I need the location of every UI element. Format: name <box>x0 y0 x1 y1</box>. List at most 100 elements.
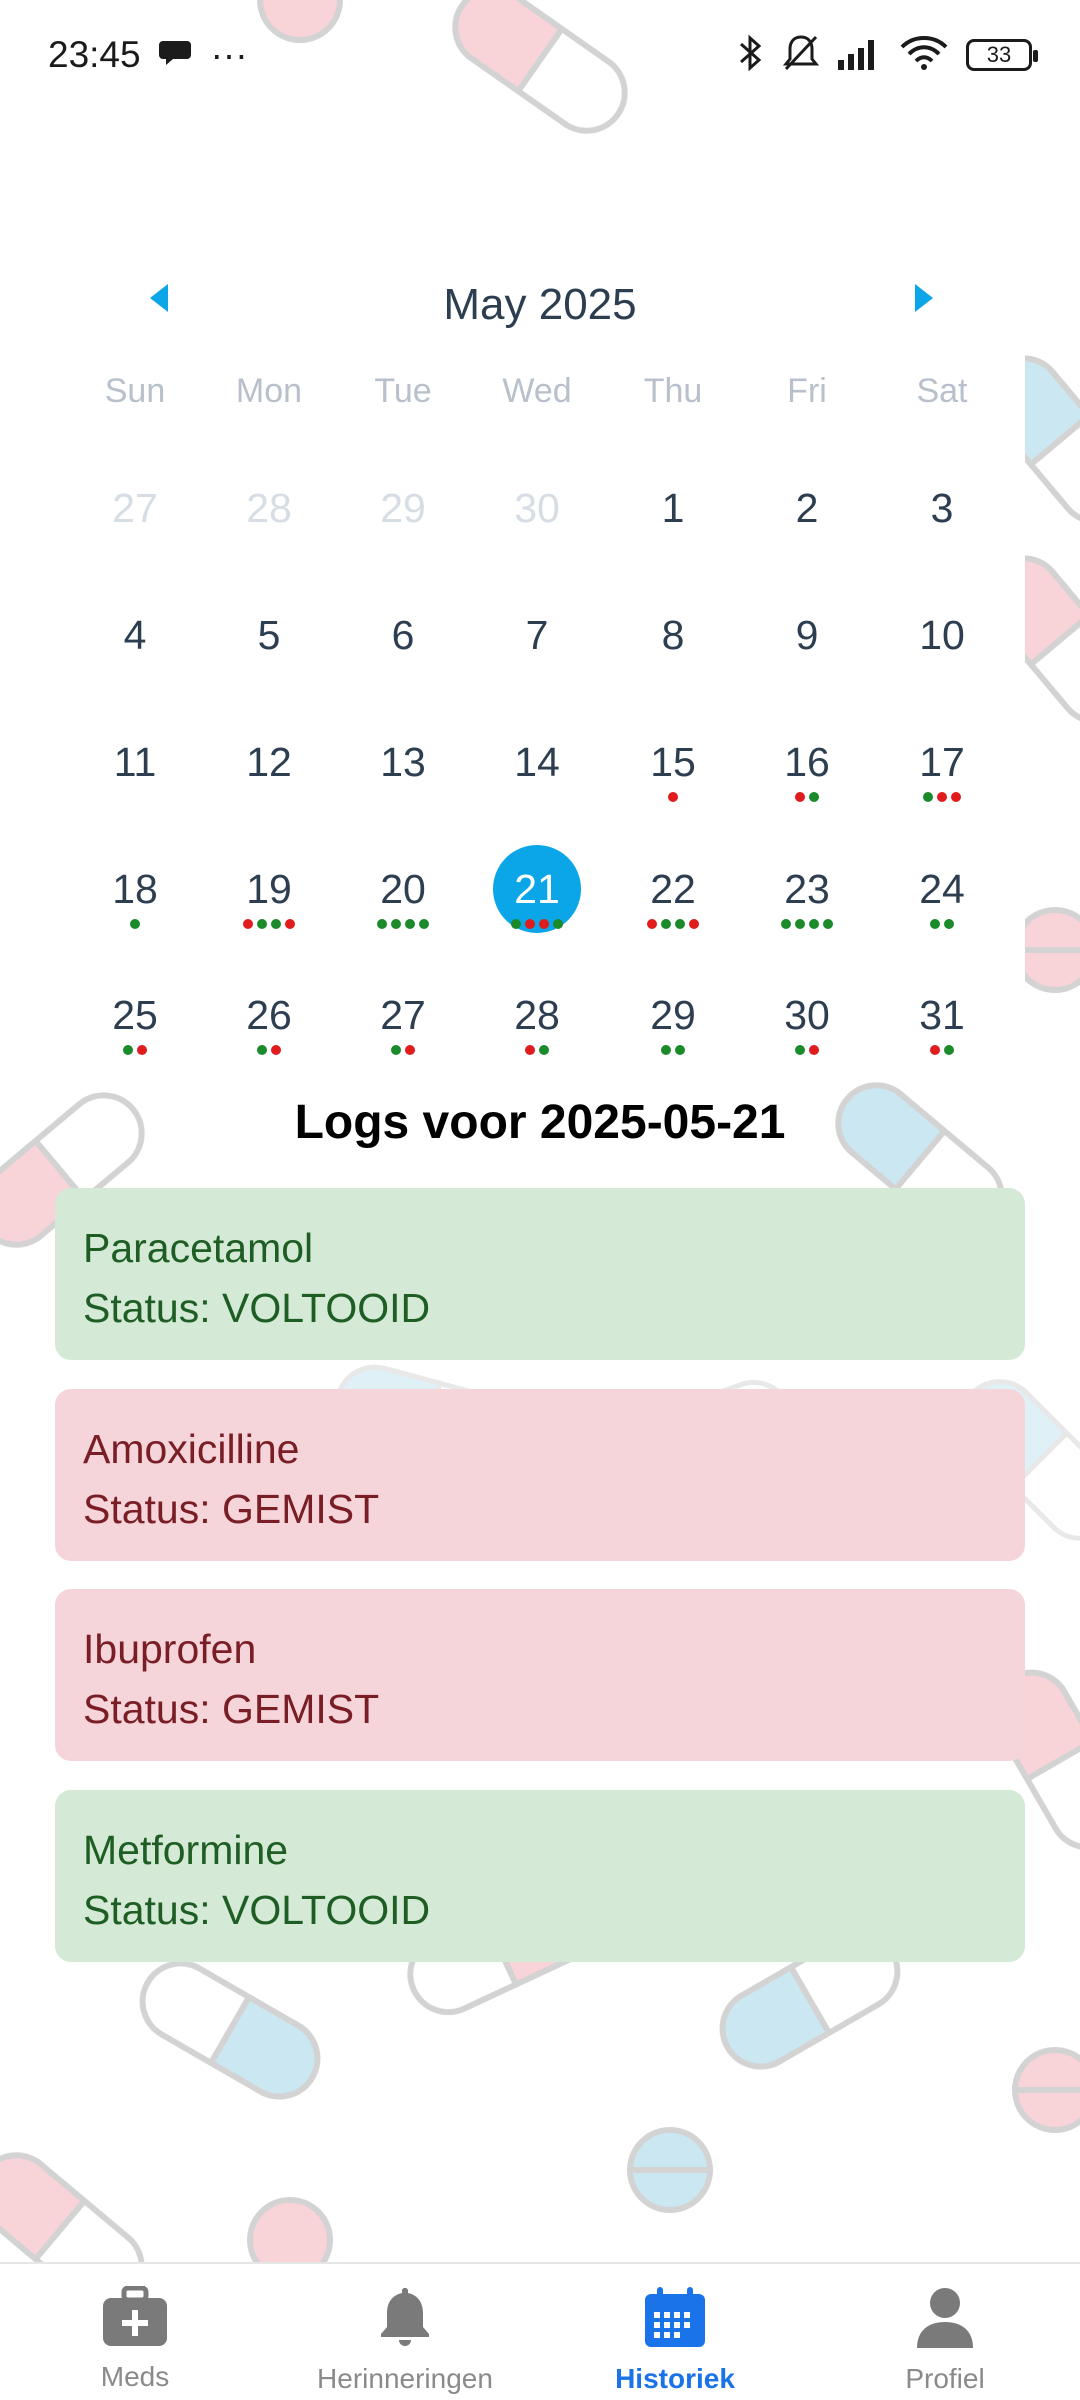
missed-dot <box>525 1045 535 1055</box>
log-card[interactable]: Ibuprofen Status: GEMIST <box>55 1589 1025 1761</box>
calendar-day[interactable]: 31 <box>875 967 1009 1077</box>
calendar-day[interactable]: 30 <box>740 967 874 1077</box>
calendar-day[interactable]: 27 <box>68 460 202 570</box>
calendar-day[interactable]: 10 <box>875 587 1009 697</box>
missed-dot <box>689 919 699 929</box>
day-status-dots <box>606 792 740 802</box>
taken-dot <box>795 919 805 929</box>
missed-dot <box>405 1045 415 1055</box>
calendar-day[interactable]: 14 <box>470 714 604 824</box>
missed-dot <box>525 919 535 929</box>
day-status-dots <box>202 1045 336 1055</box>
calendar-day[interactable]: 18 <box>68 841 202 951</box>
weekday-label: Wed <box>502 372 572 410</box>
calendar-day[interactable]: 24 <box>875 841 1009 951</box>
calendar-day[interactable]: 28 <box>470 967 604 1077</box>
calendar-day[interactable]: 6 <box>336 587 470 697</box>
nav-label-historiek: Historiek <box>615 2363 735 2394</box>
taken-dot <box>271 919 281 929</box>
calendar-day[interactable]: 17 <box>875 714 1009 824</box>
log-medication-name: Amoxicilline <box>83 1426 300 1472</box>
taken-dot <box>675 1045 685 1055</box>
nav-label-herinneringen: Herinneringen <box>317 2363 493 2394</box>
calendar-day[interactable]: 13 <box>336 714 470 824</box>
day-status-dots <box>740 1045 874 1055</box>
wifi-icon <box>900 35 948 76</box>
taken-dot <box>661 919 671 929</box>
calendar-day[interactable]: 22 <box>606 841 740 951</box>
day-number: 1 <box>661 484 685 531</box>
day-status-dots <box>875 792 1009 802</box>
taken-dot <box>257 1045 267 1055</box>
status-right: 33 <box>738 33 1038 78</box>
day-status-dots <box>875 919 1009 929</box>
calendar-day[interactable]: 23 <box>740 841 874 951</box>
day-number: 10 <box>919 611 965 658</box>
day-number: 11 <box>113 738 157 785</box>
missed-dot <box>137 1045 147 1055</box>
calendar-day[interactable]: 16 <box>740 714 874 824</box>
day-status-dots <box>336 1045 470 1055</box>
calendar-day[interactable]: 15 <box>606 714 740 824</box>
day-number: 6 <box>391 611 415 658</box>
calendar-day[interactable]: 3 <box>875 460 1009 570</box>
taken-dot <box>823 919 833 929</box>
day-status-dots <box>68 919 202 929</box>
calendar-day[interactable]: 30 <box>470 460 604 570</box>
calendar-day[interactable]: 8 <box>606 587 740 697</box>
calendar-day[interactable]: 12 <box>202 714 336 824</box>
calendar-day[interactable]: 9 <box>740 587 874 697</box>
log-status: Status: GEMIST <box>83 1686 380 1732</box>
next-month-button[interactable] <box>903 278 943 318</box>
calendar-day[interactable]: 1 <box>606 460 740 570</box>
calendar-day[interactable]: 4 <box>68 587 202 697</box>
calendar-header: May 2025 <box>0 250 1080 350</box>
calendar-day-selected[interactable]: 21 <box>470 841 604 951</box>
taken-dot <box>391 919 401 929</box>
signal-icon <box>838 36 882 75</box>
calendar-day[interactable]: 29 <box>336 460 470 570</box>
log-card[interactable]: Paracetamol Status: VOLTOOID <box>55 1188 1025 1360</box>
taken-dot <box>944 1045 954 1055</box>
nav-item-herinneringen[interactable]: Herinneringen <box>270 2264 540 2400</box>
log-status: Status: GEMIST <box>83 1486 380 1532</box>
calendar-day[interactable]: 19 <box>202 841 336 951</box>
calendar-day[interactable]: 20 <box>336 841 470 951</box>
calendar-day[interactable]: 28 <box>202 460 336 570</box>
bluetooth-icon <box>738 33 764 78</box>
calendar-day[interactable]: 7 <box>470 587 604 697</box>
taken-dot <box>257 919 267 929</box>
log-status: Status: VOLTOOID <box>83 1285 431 1331</box>
calendar-day[interactable]: 25 <box>68 967 202 1077</box>
log-card[interactable]: Amoxicilline Status: GEMIST <box>55 1389 1025 1561</box>
day-number: 7 <box>525 611 549 658</box>
nav-label-meds: Meds <box>100 2361 170 2392</box>
day-status-dots <box>875 1045 1009 1055</box>
calendar-day[interactable]: 11 <box>68 714 202 824</box>
log-card[interactable]: Metformine Status: VOLTOOID <box>55 1790 1025 1962</box>
taken-dot <box>675 919 685 929</box>
day-number: 27 <box>112 484 158 531</box>
calendar-day[interactable]: 5 <box>202 587 336 697</box>
nav-item-historiek[interactable]: Historiek <box>540 2264 810 2400</box>
taken-dot <box>944 919 954 929</box>
day-number: 5 <box>257 611 281 658</box>
log-status: Status: VOLTOOID <box>83 1887 431 1933</box>
calendar-day[interactable]: 26 <box>202 967 336 1077</box>
nav-item-meds[interactable]: Meds <box>0 2264 270 2400</box>
calendar-icon <box>644 2286 706 2353</box>
day-status-dots <box>470 1045 604 1055</box>
calendar-day[interactable]: 27 <box>336 967 470 1077</box>
person-icon <box>915 2286 975 2353</box>
taken-dot <box>795 1045 805 1055</box>
missed-dot <box>937 792 947 802</box>
day-status-dots <box>68 1045 202 1055</box>
missed-dot <box>539 919 549 929</box>
calendar-day[interactable]: 29 <box>606 967 740 1077</box>
nav-item-profiel[interactable]: Profiel <box>810 2264 1080 2400</box>
day-number: 4 <box>123 611 147 658</box>
calendar-day[interactable]: 2 <box>740 460 874 570</box>
taken-dot <box>511 919 521 929</box>
day-number: 8 <box>661 611 685 658</box>
taken-dot <box>809 919 819 929</box>
